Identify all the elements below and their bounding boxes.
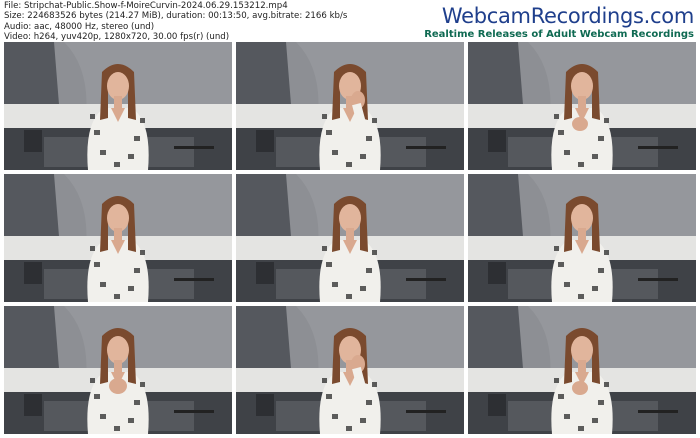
thumbnail-grid — [4, 42, 696, 434]
video-thumbnail — [236, 42, 464, 170]
video-info-line: Video: h264, yuv420p, 1280x720, 30.00 fp… — [4, 31, 230, 42]
brand-logo: WebcamRecordings.com Realtime Releases o… — [424, 4, 694, 41]
video-thumbnail — [468, 306, 696, 434]
video-thumbnail — [468, 174, 696, 302]
brand-tagline: Realtime Releases of Adult Webcam Record… — [424, 29, 694, 40]
video-thumbnail — [236, 306, 464, 434]
video-thumbnail — [468, 42, 696, 170]
file-size-line: Size: 224683526 bytes (214.27 MiB), dura… — [4, 11, 348, 22]
brand-name: WebcamRecordings.com — [441, 4, 694, 28]
video-thumbnail — [4, 42, 232, 170]
file-info: File: Stripchat-Public.Show-f-MoireCurvi… — [4, 1, 347, 42]
video-thumbnail — [4, 306, 232, 434]
audio-info-line: Audio: aac, 48000 Hz, stereo (und) — [4, 21, 155, 32]
video-thumbnail — [4, 174, 232, 302]
file-name-line: File: Stripchat-Public.Show-f-MoireCurvi… — [4, 1, 288, 11]
video-thumbnail — [236, 174, 464, 302]
